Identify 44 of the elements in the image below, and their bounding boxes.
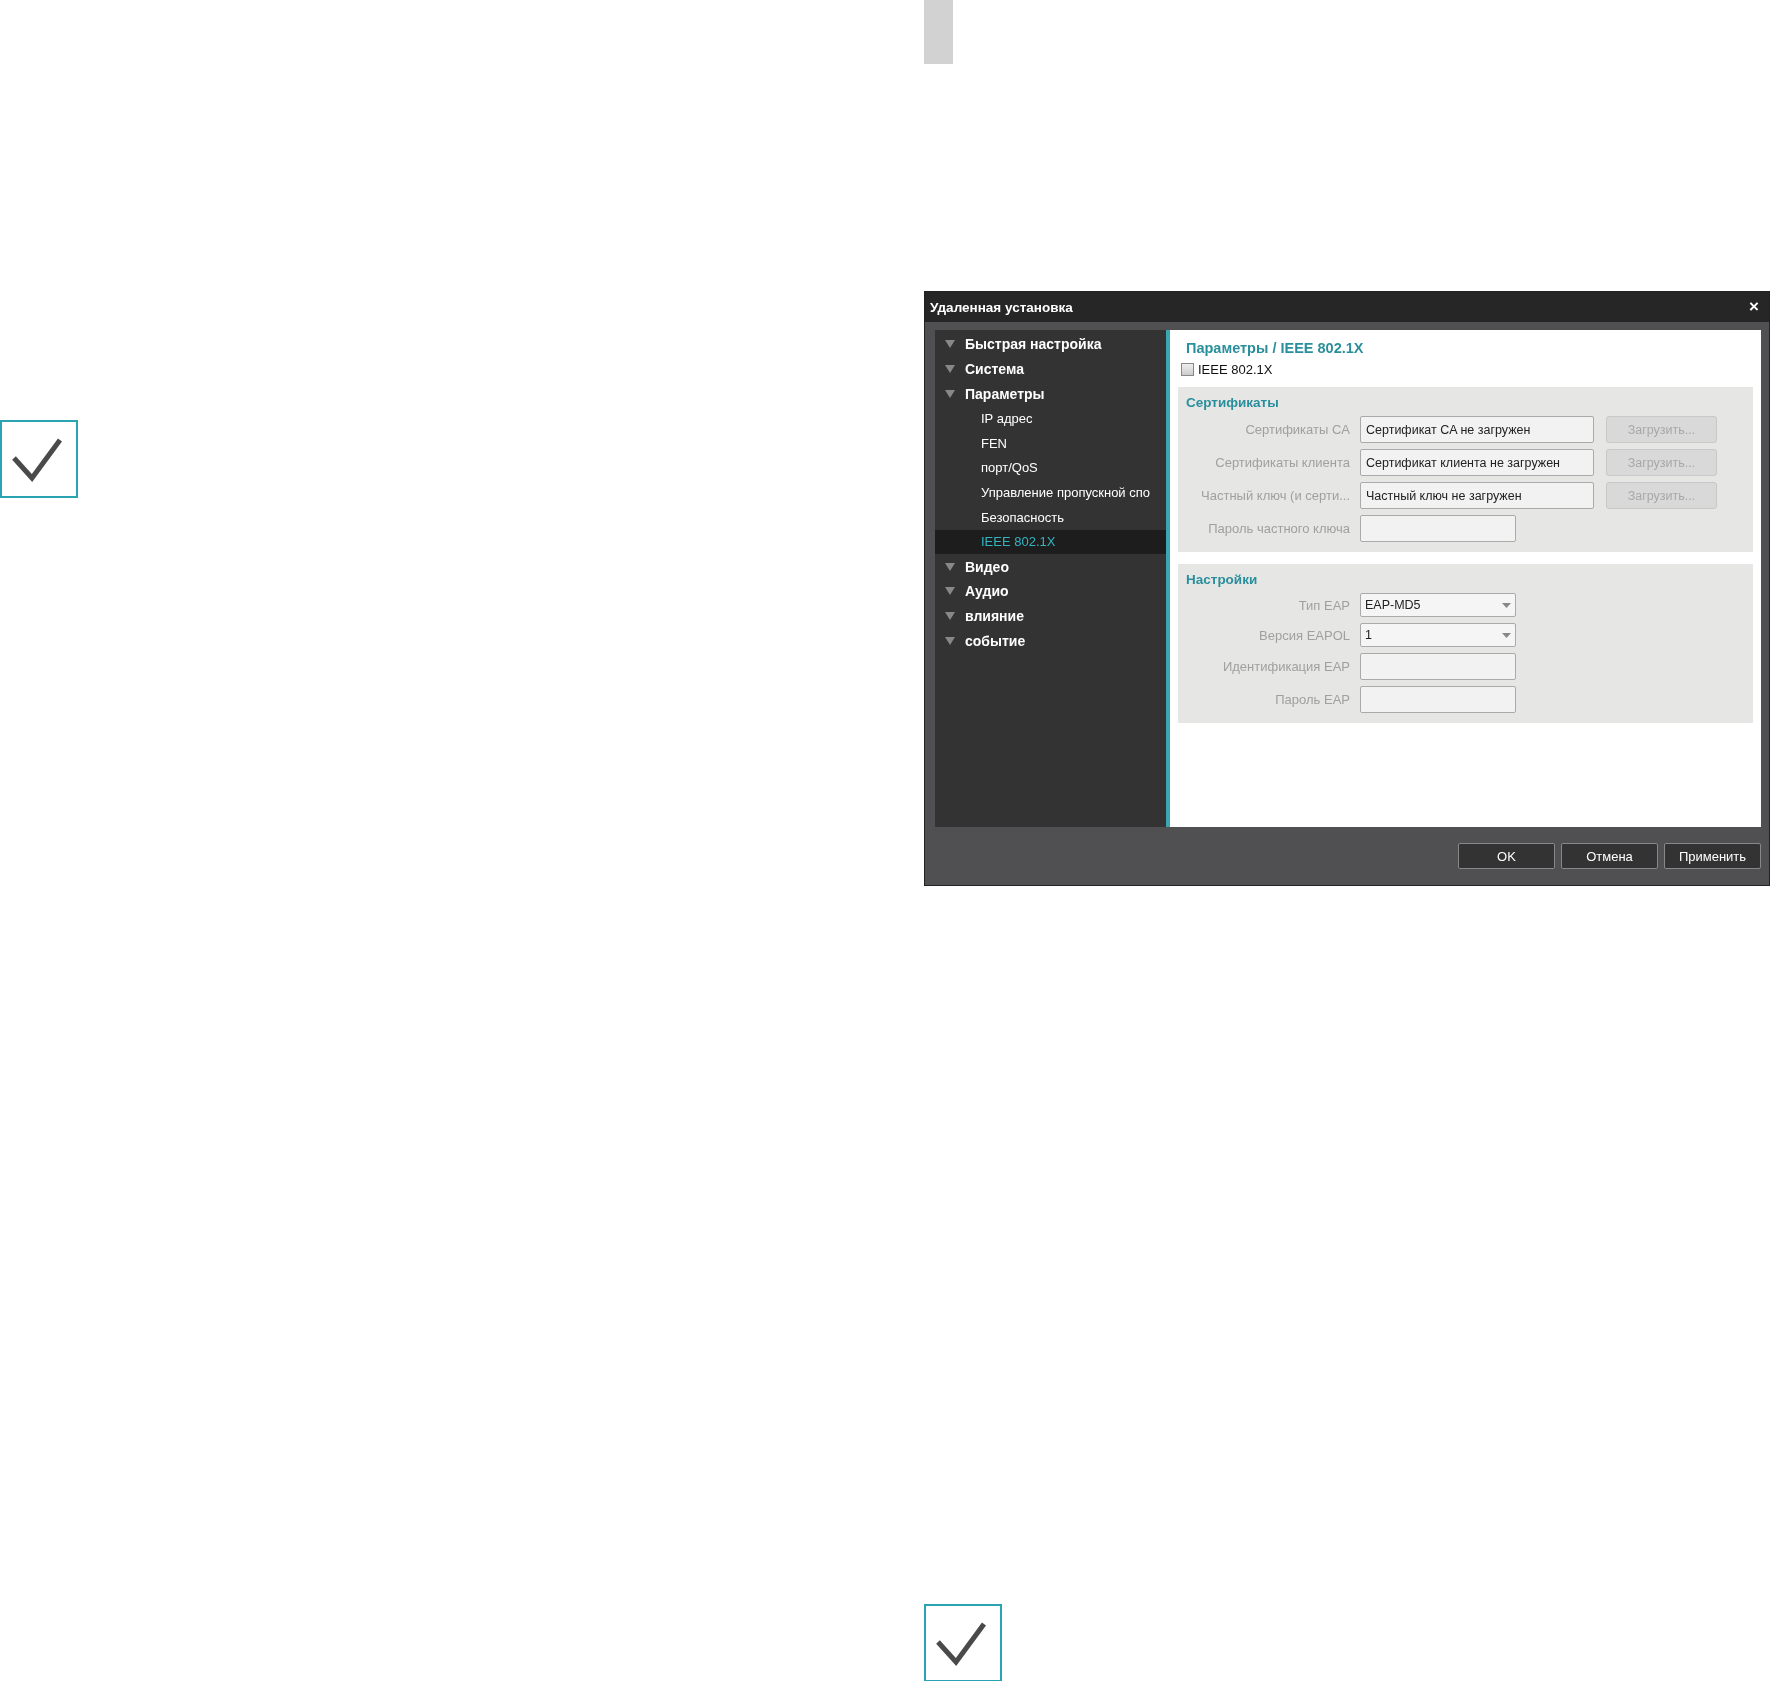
field-label: Сертификаты клиента: [1214, 455, 1350, 470]
tree-item[interactable]: Параметры: [935, 381, 1166, 407]
triangle-icon: [945, 562, 955, 571]
caret-icon: [1502, 602, 1511, 608]
field-label: Идентификация EAP: [1221, 659, 1350, 674]
triangle-icon: [945, 365, 955, 374]
checkmark-icon: [0, 420, 78, 498]
enable-checkbox[interactable]: IEEE 802.1X: [1181, 362, 1753, 377]
caret-icon: [1502, 632, 1511, 638]
field-label: Версия EAPOL: [1258, 627, 1350, 643]
tree-item[interactable]: Аудио: [935, 578, 1166, 604]
triangle-icon: [945, 340, 955, 349]
tree-item[interactable]: влияние: [935, 603, 1166, 629]
dialog-button[interactable]: Применить: [1664, 843, 1761, 869]
field-label: Тип EAP: [1297, 597, 1350, 613]
close-button[interactable]: ×: [1749, 297, 1759, 317]
field-label: Сертификаты CA: [1244, 422, 1350, 437]
tree-item[interactable]: IP адрес: [935, 406, 1166, 431]
triangle-icon: [945, 611, 955, 620]
tree-item[interactable]: Управление пропускной спо: [935, 480, 1166, 505]
triangle-icon: [945, 587, 955, 596]
dialog-button[interactable]: Отмена: [1561, 843, 1658, 869]
checkmark-icon: [924, 1604, 1002, 1681]
tree-item[interactable]: порт/QoS: [935, 455, 1166, 481]
window-title: Удаленная установка: [930, 299, 1073, 315]
tree-item[interactable]: Безопасность: [935, 504, 1166, 530]
breadcrumb: Параметры / IEEE 802.1X: [1186, 340, 1365, 356]
tree-item[interactable]: Быстрая настройка: [935, 332, 1166, 357]
triangle-icon: [945, 636, 955, 645]
input-field[interactable]: [1360, 653, 1516, 680]
tree-item[interactable]: событие: [935, 628, 1166, 653]
tree-item[interactable]: Система: [935, 356, 1166, 382]
group-title: Сертификаты: [1186, 395, 1280, 410]
tree-item[interactable]: FEN: [935, 430, 1166, 456]
input-field[interactable]: [1360, 515, 1516, 542]
tree-item[interactable]: Видео: [935, 554, 1166, 579]
group-title: Настройки: [1186, 572, 1259, 587]
field-label: Частный ключ (и серти...: [1200, 488, 1350, 503]
dialog-button[interactable]: OK: [1458, 843, 1555, 869]
input-field[interactable]: [1360, 686, 1516, 713]
tree-item[interactable]: IEEE 802.1X: [935, 529, 1166, 555]
triangle-icon: [945, 389, 955, 398]
field-label: Пароль EAP: [1274, 692, 1350, 707]
field-label: Пароль частного ключа: [1207, 521, 1350, 536]
